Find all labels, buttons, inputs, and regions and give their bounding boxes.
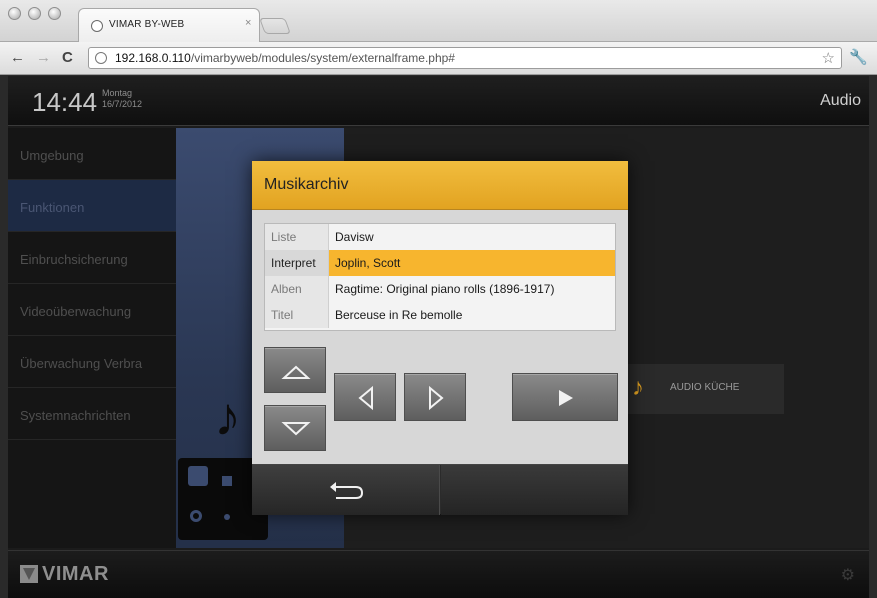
music-note-icon: ♪ xyxy=(214,387,241,447)
row-value: Ragtime: Original piano rolls (1896-1917… xyxy=(335,282,555,296)
dialog-footer-empty-button[interactable] xyxy=(441,465,628,515)
browser-toolbar: ← → C 192.168.0.110/vimarbyweb/modules/s… xyxy=(0,42,877,75)
browser-titlebar: VIMAR BY-WEB × xyxy=(0,0,877,42)
settings-icon[interactable]: ⚙ xyxy=(841,565,855,585)
triangle-up-icon xyxy=(281,365,311,379)
list-item-interpret[interactable]: Interpret Joplin, Scott xyxy=(265,250,615,276)
zoom-window-button[interactable] xyxy=(48,7,61,20)
archive-list: Liste Davisw Interpret Joplin, Scott Alb… xyxy=(264,223,616,331)
dialog-back-button[interactable] xyxy=(252,465,440,515)
audio-tile-label: AUDIO KÜCHE xyxy=(670,382,740,393)
app-footer: VIMAR ⚙ xyxy=(8,550,869,598)
address-bar[interactable]: 192.168.0.110/vimarbyweb/modules/system/… xyxy=(88,47,842,69)
browser-tab[interactable]: VIMAR BY-WEB × xyxy=(78,8,260,42)
page-info-icon[interactable] xyxy=(95,52,107,64)
url-path: /vimarbyweb/modules/system/externalframe… xyxy=(190,51,455,65)
browser-window: VIMAR BY-WEB × ← → C 192.168.0.110/vimar… xyxy=(0,0,877,598)
sidebar: Umgebung Funktionen Einbruchsicherung Vi… xyxy=(8,128,176,548)
previous-button[interactable] xyxy=(334,373,396,421)
row-value: Berceuse in Re bemolle xyxy=(335,308,463,322)
list-item-alben[interactable]: Alben Ragtime: Original piano rolls (189… xyxy=(265,276,615,302)
list-item-titel[interactable]: Titel Berceuse in Re bemolle xyxy=(265,302,615,328)
url-host: 192.168.0.110 xyxy=(115,51,191,65)
globe-icon xyxy=(91,20,103,32)
minimize-window-button[interactable] xyxy=(28,7,41,20)
row-value: Davisw xyxy=(335,230,374,244)
scroll-down-button[interactable] xyxy=(264,405,326,451)
vimar-logo-icon xyxy=(20,565,38,583)
sidebar-item-videoueberwachung[interactable]: Videoüberwachung xyxy=(8,284,176,336)
clock-time: 14:44 xyxy=(32,87,98,117)
musikarchiv-dialog: Musikarchiv Liste Davisw Interpret Jopli… xyxy=(252,161,628,515)
next-button[interactable] xyxy=(404,373,466,421)
row-value: Joplin, Scott xyxy=(335,256,401,270)
back-arrow-icon[interactable]: ← xyxy=(10,49,25,67)
url-text: 192.168.0.110/vimarbyweb/modules/system/… xyxy=(115,51,455,65)
sidebar-item-einbruchsicherung[interactable]: Einbruchsicherung xyxy=(8,232,176,284)
wrench-icon[interactable]: 🔧 xyxy=(849,48,868,66)
dialog-header: Musikarchiv xyxy=(252,161,628,210)
scroll-up-button[interactable] xyxy=(264,347,326,393)
tab-close-icon[interactable]: × xyxy=(245,17,251,29)
list-item-liste[interactable]: Liste Davisw xyxy=(265,224,615,250)
play-button[interactable] xyxy=(512,373,618,421)
row-key: Liste xyxy=(265,224,329,250)
close-window-button[interactable] xyxy=(8,7,21,20)
vimar-logo-text: VIMAR xyxy=(42,563,109,585)
chevron-right-icon xyxy=(429,385,444,411)
app-header: 14:44 Montag 16/7/2012 Audio xyxy=(8,76,869,126)
sidebar-item-umgebung[interactable]: Umgebung xyxy=(8,128,176,180)
tab-title: VIMAR BY-WEB xyxy=(109,19,185,30)
dialog-title: Musikarchiv xyxy=(264,176,349,193)
audio-kueche-tile[interactable]: ♪ AUDIO KÜCHE xyxy=(624,364,784,414)
clock-day: Montag xyxy=(102,88,133,98)
clock-date: 16/7/2012 xyxy=(102,99,143,109)
section-title: Audio xyxy=(820,92,861,109)
row-key: Titel xyxy=(265,302,329,328)
music-icon: ♪ xyxy=(632,374,644,401)
dialog-footer xyxy=(252,464,628,515)
row-key: Interpret xyxy=(265,250,329,276)
row-key: Alben xyxy=(265,276,329,302)
sidebar-item-ueberwachung-verbrauch[interactable]: Überwachung Verbra xyxy=(8,336,176,388)
new-tab-button[interactable] xyxy=(259,18,291,34)
triangle-down-icon xyxy=(281,422,311,436)
sidebar-item-funktionen[interactable]: Funktionen xyxy=(8,180,176,232)
bookmark-star-icon[interactable]: ☆ xyxy=(822,49,835,67)
sidebar-item-systemnachrichten[interactable]: Systemnachrichten xyxy=(8,388,176,440)
return-icon xyxy=(330,482,364,499)
forward-arrow-icon[interactable]: → xyxy=(36,49,51,67)
play-icon xyxy=(559,390,573,406)
reload-icon[interactable]: C xyxy=(62,49,73,67)
chevron-left-icon xyxy=(358,385,373,411)
